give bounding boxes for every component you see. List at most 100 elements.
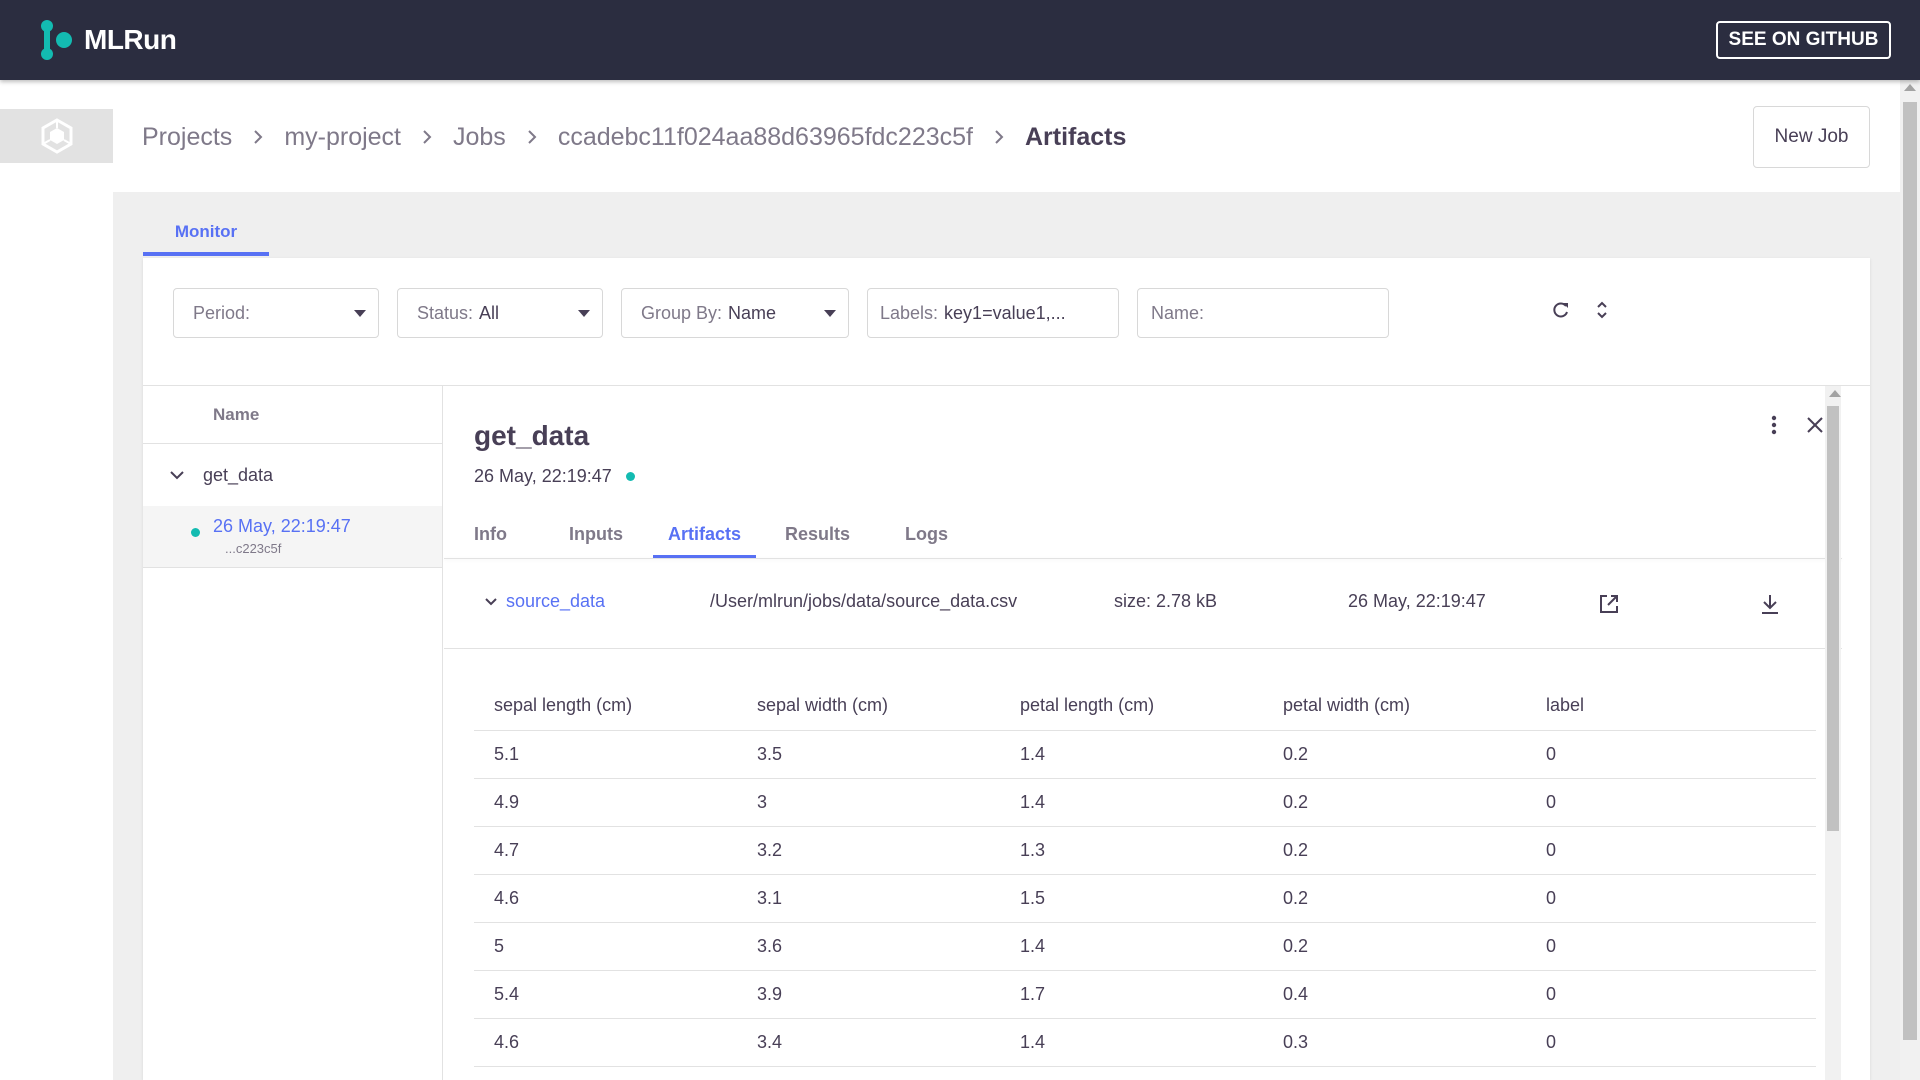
- details-scrollbar[interactable]: [1825, 386, 1841, 1080]
- new-job-button[interactable]: New Job: [1753, 106, 1870, 168]
- see-on-github-button[interactable]: SEE ON GITHUB: [1716, 21, 1891, 59]
- artifact-name-link[interactable]: source_data: [484, 591, 605, 612]
- table-cell: 5.1: [494, 744, 520, 764]
- open-artifact-button[interactable]: [1594, 589, 1624, 619]
- tab-monitor[interactable]: Monitor: [143, 216, 269, 256]
- column-header: petal width (cm): [1283, 695, 1411, 715]
- status-filter-label: Status:: [417, 302, 474, 323]
- breadcrumb-job-uid[interactable]: ccadebc11f024aa88d63965fdc223c5f: [558, 123, 973, 152]
- breadcrumb-projects[interactable]: Projects: [142, 123, 232, 152]
- table-cell: 5.4: [494, 984, 520, 1004]
- chevron-down-icon[interactable]: [151, 470, 203, 480]
- period-filter[interactable]: Period:: [173, 288, 379, 338]
- table-cell: 3.1: [757, 888, 783, 908]
- table-cell: 4.9: [494, 792, 520, 812]
- group-by-filter[interactable]: Group By: Name: [621, 288, 849, 338]
- breadcrumb-jobs[interactable]: Jobs: [453, 123, 506, 152]
- status-dot-icon: [191, 528, 200, 537]
- table-cell: 0: [1546, 936, 1557, 956]
- table-cell: 5: [494, 936, 505, 956]
- table-row: 5.4 3.9 1.7 0.4 0: [474, 971, 1816, 1019]
- table-cell: 0: [1546, 984, 1557, 1004]
- artifact-date: 26 May, 22:19:47: [1348, 591, 1486, 611]
- chevron-down-icon[interactable]: [484, 597, 498, 606]
- column-header: label: [1546, 695, 1585, 715]
- list-item-date: 26 May, 22:19:47: [213, 516, 351, 536]
- list-header-name[interactable]: Name: [143, 386, 442, 444]
- artifact-row: source_data /User/mlrun/jobs/data/source…: [444, 559, 1842, 649]
- list-group-name: get_data: [203, 464, 274, 485]
- labels-filter[interactable]: Labels: key1=value1,...: [867, 288, 1119, 338]
- table-row: 5.1 3.5 1.4 0.2 0: [474, 731, 1816, 779]
- more-vertical-icon: [1771, 415, 1777, 435]
- table-row: 4.6 3.4 1.4 0.3 0: [474, 1019, 1816, 1067]
- open-external-icon: [1600, 595, 1618, 613]
- status-filter[interactable]: Status: All: [397, 288, 603, 338]
- artifact-size: size: 2.78 kB: [1114, 591, 1218, 611]
- labels-filter-label: Labels:: [880, 302, 939, 323]
- refresh-button[interactable]: [1546, 295, 1576, 325]
- name-filter[interactable]: Name:: [1137, 288, 1389, 338]
- table-cell: 0: [1546, 840, 1557, 860]
- job-details: get_data 26 May, 22:19:47 Info Inputs Ar…: [444, 386, 1870, 1080]
- details-subtitle: 26 May, 22:19:47: [474, 466, 635, 487]
- top-header: MLRun SEE ON GITHUB: [0, 0, 1920, 80]
- chevron-right-icon: [421, 129, 433, 145]
- table-cell: 1.4: [1020, 1032, 1046, 1052]
- column-header: sepal length (cm): [494, 695, 633, 715]
- table-cell: 0.2: [1283, 888, 1309, 908]
- name-filter-input[interactable]: [1212, 302, 1333, 324]
- tab-results[interactable]: Results: [785, 514, 850, 558]
- table-cell: 0: [1546, 744, 1557, 764]
- name-filter-label: Name:: [1151, 302, 1205, 323]
- group-by-value: Name: [728, 302, 777, 323]
- expand-collapse-icon: [1597, 301, 1607, 319]
- group-by-label: Group By:: [641, 302, 723, 323]
- mlrun-logo-icon: [41, 20, 72, 60]
- artifact-name: source_data: [506, 591, 606, 611]
- table-cell: 0: [1546, 1032, 1557, 1052]
- monitor-panel: Period: Status: All Group By: Name Label…: [143, 258, 1870, 1080]
- table-cell: 1.7: [1020, 984, 1046, 1004]
- table-cell: 1.4: [1020, 792, 1046, 812]
- table-row: 4.6 3.1 1.5 0.2 0: [474, 875, 1816, 923]
- brand-name: MLRun: [84, 24, 177, 55]
- tab-inputs[interactable]: Inputs: [568, 514, 624, 558]
- scroll-up-arrow-icon[interactable]: [1904, 84, 1916, 91]
- table-cell: 0.2: [1283, 744, 1309, 764]
- chevron-right-icon: [252, 129, 264, 145]
- details-scrollbar-thumb[interactable]: [1827, 406, 1839, 831]
- table-row: 4.7 3.2 1.3 0.2 0: [474, 827, 1816, 875]
- table-cell: 4.6: [494, 888, 520, 908]
- table-cell: 0.2: [1283, 936, 1309, 956]
- project-nav-button[interactable]: [0, 109, 113, 163]
- list-group-row[interactable]: get_data: [143, 444, 442, 506]
- tab-artifacts[interactable]: Artifacts: [653, 514, 756, 558]
- table-cell: 1.5: [1020, 888, 1046, 908]
- collapse-toggle-button[interactable]: [1587, 295, 1617, 325]
- table-cell: 1.3: [1020, 840, 1046, 860]
- period-filter-label: Period:: [193, 302, 251, 323]
- scroll-up-arrow-icon[interactable]: [1829, 390, 1841, 397]
- breadcrumb-current: Artifacts: [1025, 122, 1127, 151]
- details-title: get_data: [474, 420, 590, 451]
- labels-filter-value[interactable]: key1=value1,...: [944, 303, 1066, 324]
- page-scrollbar-thumb[interactable]: [1903, 102, 1917, 1040]
- table-cell: 0.2: [1283, 840, 1309, 860]
- page-scrollbar[interactable]: [1900, 80, 1920, 1080]
- list-item[interactable]: 26 May, 22:19:47 ...c223c5f: [143, 506, 442, 568]
- chevron-right-icon: [526, 129, 538, 145]
- status-dot-icon: [625, 472, 635, 481]
- breadcrumb-project[interactable]: my-project: [284, 123, 401, 152]
- brand[interactable]: MLRun: [38, 18, 177, 62]
- more-actions-button[interactable]: [1759, 410, 1789, 440]
- artifact-path: /User/mlrun/jobs/data/source_data.csv: [710, 591, 1018, 611]
- details-tabs: Info Inputs Artifacts Results Logs: [474, 514, 948, 558]
- table-cell: 4.6: [494, 1032, 520, 1052]
- tab-logs[interactable]: Logs: [905, 514, 948, 558]
- download-artifact-button[interactable]: [1755, 589, 1785, 619]
- breadcrumb: Projects my-project Jobs ccadebc11f024aa…: [142, 118, 1126, 156]
- table-cell: 0.2: [1283, 792, 1309, 812]
- table-header-row: sepal length (cm) sepal width (cm) petal…: [474, 681, 1816, 731]
- tab-info[interactable]: Info: [474, 514, 507, 558]
